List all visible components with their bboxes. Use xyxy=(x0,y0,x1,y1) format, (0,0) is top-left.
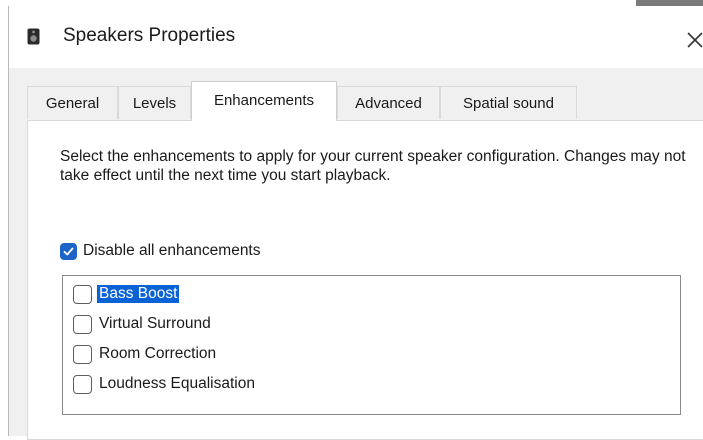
list-item-loudness-equalisation[interactable]: Loudness Equalisation xyxy=(73,373,257,395)
list-item-room-correction[interactable]: Room Correction xyxy=(73,343,218,365)
tab-enhancements[interactable]: Enhancements xyxy=(191,81,337,121)
tab-strip: General Levels Enhancements Advanced Spa… xyxy=(27,81,703,121)
enhancements-panel: Select the enhancements to apply for you… xyxy=(27,120,703,440)
checkmark-icon xyxy=(63,247,74,255)
room-correction-checkbox[interactable] xyxy=(73,344,92,364)
speaker-icon xyxy=(27,28,40,45)
tab-advanced[interactable]: Advanced xyxy=(337,86,440,119)
disable-all-enhancements-checkbox[interactable]: Disable all enhancements xyxy=(60,241,261,261)
loudness-equalisation-checkbox[interactable] xyxy=(73,374,92,394)
bass-boost-checkbox[interactable] xyxy=(73,284,92,304)
disable-all-checkbox-box[interactable] xyxy=(60,242,77,260)
virtual-surround-label: Virtual Surround xyxy=(99,315,211,332)
tab-general[interactable]: General xyxy=(27,86,118,119)
list-item-virtual-surround[interactable]: Virtual Surround xyxy=(73,313,213,335)
speakers-properties-dialog: Speakers Properties General Levels Enhan… xyxy=(8,6,703,440)
title-bar[interactable]: Speakers Properties xyxy=(9,6,703,68)
room-correction-label: Room Correction xyxy=(99,345,217,362)
bass-boost-label: Bass Boost xyxy=(97,285,180,303)
enhancements-description: Select the enhancements to apply for you… xyxy=(60,148,686,184)
tab-levels[interactable]: Levels xyxy=(118,86,191,119)
virtual-surround-checkbox[interactable] xyxy=(73,314,92,334)
close-icon[interactable] xyxy=(681,26,703,52)
list-item-bass-boost[interactable]: Bass Boost xyxy=(73,283,180,305)
window-title: Speakers Properties xyxy=(63,25,236,46)
disable-all-label: Disable all enhancements xyxy=(83,242,261,259)
tab-spatial-sound[interactable]: Spatial sound xyxy=(440,86,577,119)
loudness-equalisation-label: Loudness Equalisation xyxy=(99,375,255,392)
enhancements-list: Bass Boost Virtual Surround Room Correct… xyxy=(62,275,681,415)
